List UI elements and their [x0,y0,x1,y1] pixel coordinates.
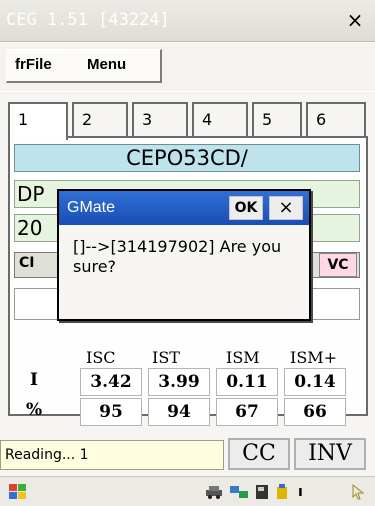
usb-icon[interactable] [274,483,290,505]
info-icon[interactable]: ı [298,483,303,501]
dialog-title: GMate [67,199,116,216]
tab-5[interactable]: 5 [252,102,302,138]
cell-pct-ism: 67 [216,398,278,426]
row-label-percent: % [26,400,43,420]
cell-pct-isc: 95 [80,398,142,426]
title-bar: CEG 1.51 [43224] × [0,0,375,42]
device-id-field: CEPO53CD/ [14,144,360,172]
dialog-close-button[interactable]: × [269,196,303,220]
close-icon[interactable]: × [343,8,367,32]
tab-2[interactable]: 2 [72,102,128,138]
cell-pct-ism-plus: 66 [284,398,346,426]
tab-strip: 1 2 3 4 5 6 [8,102,368,140]
col-header-ism-plus: ISM+ [290,348,338,367]
inv-button[interactable]: INV [294,438,366,470]
vc-button[interactable]: VC [319,253,357,277]
taskbar: ı [0,476,375,506]
cell-pct-ist: 94 [148,398,210,426]
cell-i-ist: 3.99 [148,368,210,396]
card-icon[interactable] [254,483,270,505]
cell-i-ism: 0.11 [216,368,278,396]
menu-file[interactable]: frFile [15,56,52,73]
col-header-isc: ISC [86,348,116,367]
cell-i-isc: 3.42 [80,368,142,396]
menu-menu[interactable]: Menu [87,56,126,73]
tab-6[interactable]: 6 [306,102,366,138]
dialog-message: []-->[314197902] Are you sure? [73,237,282,276]
row-label-i: I [30,370,38,390]
window-title: CEG 1.51 [43224] [6,10,170,30]
confirm-dialog: GMate OK × []-->[314197902] Are you sure… [57,189,311,321]
dialog-ok-button[interactable]: OK [229,196,263,220]
cc-button[interactable]: CC [228,438,290,470]
dialog-title-bar: GMate OK × [59,191,309,225]
pointer-icon[interactable] [350,483,366,505]
menu-bar: frFile Menu [0,43,375,91]
network-icon[interactable] [228,483,250,505]
tab-1[interactable]: 1 [8,102,68,140]
windows-flag-icon[interactable] [8,483,28,505]
status-area: Reading... 1 CC INV [0,432,375,476]
status-text: Reading... 1 [0,440,224,470]
menu-box: frFile Menu [6,49,162,83]
col-header-ism: ISM [226,348,260,367]
col-header-ist: IST [152,348,180,367]
tab-4[interactable]: 4 [192,102,248,138]
tab-3[interactable]: 3 [132,102,188,138]
car-icon[interactable] [204,483,224,505]
cell-i-ism-plus: 0.14 [284,368,346,396]
ci-button[interactable]: CI [19,255,34,271]
